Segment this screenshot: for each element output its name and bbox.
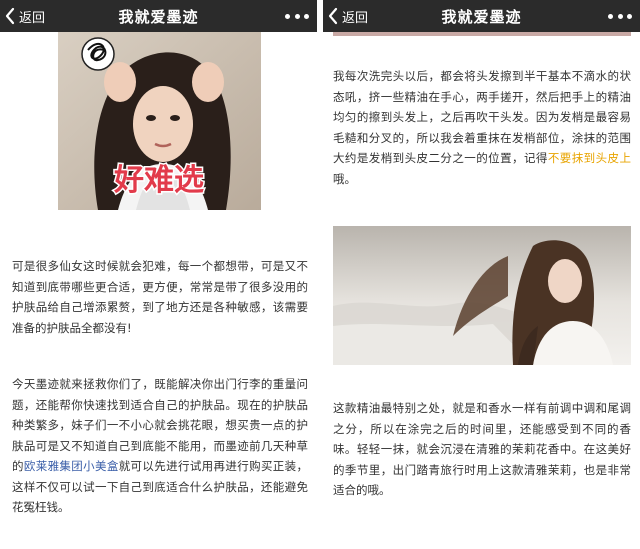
paragraph-intro: 今天墨迹就来拯救你们了，既能解决你出门行李的重量问题，还能帮你快速找到适合自己的… <box>12 374 308 518</box>
more-dots-icon[interactable] <box>608 9 632 23</box>
paragraph-usage: 我每次洗完头以后，都会将头发擦到半干基本不滴水的状态吼，挤一些精油在手心，两手搓… <box>333 66 631 189</box>
navbar-title: 我就爱墨迹 <box>441 8 522 26</box>
product-link[interactable]: 欧莱雅集团小美盒 <box>24 459 119 473</box>
paragraph-dilemma: 可是很多仙女这时候就会犯难，每一个都想带，可是又不知道到底带哪些更合适，更方便，… <box>12 259 308 335</box>
meme-photo: 好难选 <box>58 32 261 210</box>
navbar-title: 我就爱墨迹 <box>118 8 199 26</box>
right-article-panel: 返回 我就爱墨迹 我每次洗完头以后，都会将头发擦到半干基本不滴水的状态吼，挤一些… <box>323 0 640 549</box>
top-navbar: 返回 我就爱墨迹 <box>323 0 640 32</box>
left-article-panel: 返回 我就爱墨迹 好难选 可是很多仙女这时候就会犯难，每一个都想带，可是又不知道… <box>0 0 317 549</box>
usage-text-after: 哦。 <box>333 171 356 186</box>
top-navbar: 返回 我就爱墨迹 <box>0 0 317 32</box>
more-dots-icon[interactable] <box>285 9 309 23</box>
paragraph-scent: 这款精油最特别之处，就是和香水一样有前调中调和尾调之分，所以在涂完之后的时间里，… <box>333 401 631 497</box>
woman-photo <box>333 226 631 365</box>
meme-caption: 好难选 <box>113 163 204 198</box>
previous-image-edge <box>333 32 631 36</box>
usage-highlight: 不要抹到头皮上 <box>547 151 631 165</box>
